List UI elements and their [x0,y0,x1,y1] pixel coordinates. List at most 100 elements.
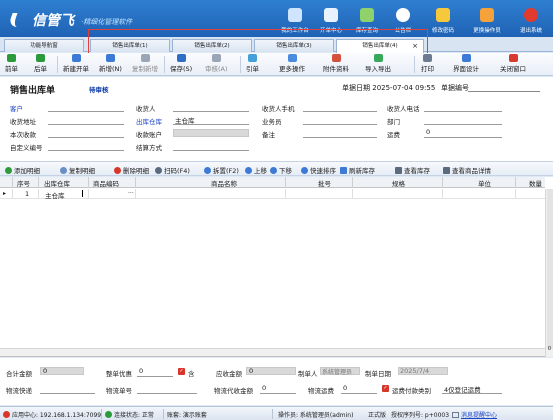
tab-close-icon[interactable]: × [412,40,418,52]
topnav-user[interactable]: 更换操作员 [465,0,509,37]
message-center-link[interactable]: 消息提醒中心 [452,410,497,419]
detail-button-split[interactable]: 拆置(F2) [204,165,239,175]
tab-sales-out-2[interactable]: 销售出库单(2) [172,39,252,52]
logistics-collect-value[interactable]: 0 [262,384,266,392]
logistics-collect-field[interactable] [260,393,296,394]
toolbar-button-layout[interactable]: 界面设计 [453,54,479,75]
grid-header-4[interactable]: 批号 [318,178,331,188]
topnav-info[interactable]: 公告栏 [385,0,421,37]
toolbar-button-add[interactable]: 新增(N) [99,54,122,75]
account-field[interactable] [173,129,249,137]
tab-navigation[interactable]: 功能导航窗 [4,39,84,52]
row-code-lookup-button[interactable]: ··· [128,190,134,197]
discount-field[interactable] [137,376,173,377]
discount-value[interactable]: 0 [139,367,143,375]
receiver-mobile-field[interactable] [303,111,377,112]
detail-button-sort[interactable]: 快速排序 [301,165,336,175]
toolbar-button-arrow-right[interactable]: 后单 [34,54,47,75]
detail-button-up[interactable]: 上移 [245,165,267,175]
topnav-chart[interactable]: 库存查询 [349,0,385,37]
receivable-field [246,367,296,375]
toolbar-button-import-doc[interactable]: 引单 [246,54,259,75]
freight-field[interactable] [424,137,502,138]
salesman-label: 业务员 [262,118,282,126]
express-number-field[interactable] [137,393,197,394]
operator-text: 操作员: 系统管理员(admin) [278,412,354,419]
toolbar-button-print[interactable]: 打印 [421,54,434,75]
arrow-right-icon [36,54,45,62]
salesman-field[interactable] [303,124,377,125]
department-field[interactable] [424,124,502,125]
row-warehouse[interactable]: 主仓库 [45,190,65,200]
toolbar-button-save[interactable]: 保存(S) [170,54,192,75]
row-marker[interactable]: ▸ [3,190,6,197]
maker-value: 系统管理员 [322,369,353,376]
tab-sales-out-3[interactable]: 销售出库单(3) [254,39,334,52]
detail-button-scan[interactable]: 扫码(F4) [155,165,190,175]
topnav-close[interactable]: 退出系统 [509,0,553,37]
freight-payment-field[interactable] [442,393,502,394]
toolbar-button-label: 附件资料 [323,65,349,73]
logistics-fee-field[interactable] [341,393,377,394]
custom-number-field[interactable] [48,150,124,151]
receipt-field[interactable] [48,137,124,138]
grid-header-6[interactable]: 单位 [478,178,491,188]
grid-header-5[interactable]: 规格 [392,178,405,188]
receiver-phone-field[interactable] [424,111,502,112]
stock-icon [395,166,402,174]
document-number-field[interactable] [468,91,540,92]
warehouse-field[interactable] [173,124,249,125]
address-field[interactable] [48,124,124,125]
toolbar-button-close-window[interactable]: 关闭窗口 [500,54,526,75]
toolbar-button-new-doc[interactable]: 新建开单 [63,54,89,75]
toolbar-button-copy[interactable]: 复制新增 [132,54,158,75]
row-seq[interactable]: 1 [25,190,29,198]
row-column-divider [12,189,13,199]
grid-header-7[interactable]: 数量 [529,178,542,188]
toolbar-button-audit[interactable]: 审核(A) [205,54,228,75]
horizontal-scrollbar[interactable] [0,348,545,356]
grid-header-1[interactable]: 出库仓库 [44,178,70,188]
scan-icon [155,166,162,174]
settle-method-field[interactable] [173,150,249,151]
customer-field[interactable] [48,111,124,112]
detail-button-add-row[interactable]: 添加明细 [5,165,40,175]
connection-ok-icon [105,411,112,418]
document-date[interactable]: 单据日期 2025-07-04 09:55 [342,83,435,93]
freight-value[interactable]: 0 [426,128,430,136]
detail-button-refresh[interactable]: 刷新库存 [340,165,375,175]
layout-icon [461,54,471,62]
toolbar-button-arrow-left[interactable]: 前单 [5,54,18,75]
grid-header-3[interactable]: 商品名称 [211,178,237,188]
freight-payment-checkbox[interactable]: ✓ [382,385,389,392]
detail-button-label: 上移 [254,167,267,175]
grid-header-0[interactable]: 序号 [17,178,30,188]
toolbar-button-import-export[interactable]: 导入导出 [365,54,391,75]
arrow-left-icon [7,54,16,62]
toolbar-button-attachment[interactable]: 附件资料 [323,54,349,75]
detail-button-down[interactable]: 下移 [270,165,292,175]
receiver-field[interactable] [173,111,249,112]
table-row[interactable]: ▸ 1 主仓库 ··· [0,189,545,200]
topnav-lock[interactable]: 修改密码 [421,0,465,37]
topnav-monitor[interactable]: 我的工作台 [277,0,313,37]
refresh-icon [340,166,347,174]
topnav-grid[interactable]: 开单中心 [313,0,349,37]
message-center-text[interactable]: 消息提醒中心 [461,410,497,419]
grid-header-2[interactable]: 商品编码 [93,178,119,188]
tax-included-checkbox[interactable]: ✓ [178,368,185,375]
tab-sales-out-4[interactable]: 销售出库单(4) × [336,39,424,53]
logistics-fee-value[interactable]: 0 [343,384,347,392]
scrollbar-thumb[interactable] [547,189,553,349]
toolbar-button-more[interactable]: 更多操作 [279,54,305,75]
express-field[interactable] [40,393,95,394]
document-date-value[interactable]: 2025-07-04 09:55 [372,84,435,92]
vertical-scrollbar[interactable] [545,189,553,357]
detail-button-copy-row[interactable]: 复制明细 [60,165,95,175]
logo-name: 信管飞 [32,13,74,29]
tab-sales-out-1[interactable]: 销售出库单(1) [90,39,170,52]
detail-button-detail[interactable]: 查看商品详情 [443,165,491,175]
detail-button-stock[interactable]: 查看库存 [395,165,430,175]
remark-field[interactable] [303,137,377,138]
detail-button-delete-row[interactable]: 删除明细 [114,165,149,175]
